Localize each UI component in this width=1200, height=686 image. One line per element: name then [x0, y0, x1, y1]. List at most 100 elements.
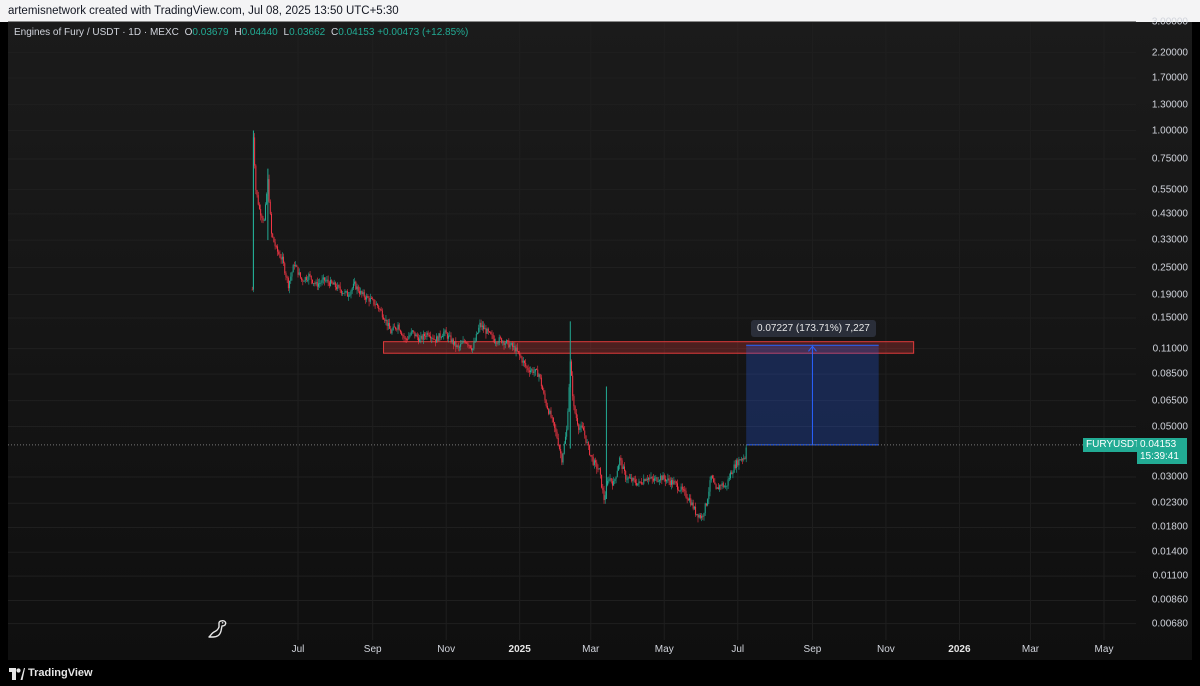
candle-body — [434, 339, 436, 343]
candle-body — [584, 430, 586, 436]
candle-body — [327, 279, 329, 283]
price-tag-box: 0.04153 15:39:41 — [1137, 438, 1187, 464]
candle-body — [387, 323, 389, 326]
candle-body — [652, 478, 654, 481]
candle-body — [504, 343, 506, 345]
candle-body — [621, 460, 623, 469]
candle-body — [525, 362, 527, 367]
candle-body — [399, 330, 401, 333]
candle-body — [508, 340, 510, 348]
candle-body — [334, 282, 336, 288]
candle-body — [351, 288, 353, 291]
candle-body — [308, 274, 310, 280]
candle-body — [578, 424, 580, 430]
candle-body — [449, 335, 451, 337]
candle-body — [419, 338, 421, 343]
time-tick-label: May — [654, 644, 674, 655]
candle-body — [709, 480, 711, 492]
candle-body — [317, 283, 319, 287]
candle-body — [389, 323, 391, 329]
candle-body — [444, 330, 446, 332]
candle-body — [619, 457, 621, 466]
time-tick-label: Jul — [291, 644, 305, 655]
candle-body — [737, 460, 739, 466]
candle-body — [644, 479, 646, 481]
price-tick-label: 0.19000 — [1151, 289, 1188, 301]
candle-body — [439, 333, 441, 338]
candle-body — [734, 464, 736, 469]
candle-body — [549, 410, 551, 414]
candle-body — [654, 478, 656, 481]
candle-body — [354, 281, 356, 284]
candle-body — [251, 289, 253, 291]
candle-body — [367, 296, 369, 298]
candle-body — [346, 291, 348, 297]
candle-body — [272, 233, 274, 238]
candle-body — [467, 343, 469, 346]
candle-body — [668, 478, 670, 482]
candle-body — [732, 472, 734, 475]
candle-body — [642, 483, 644, 485]
candle-body — [414, 331, 416, 337]
candle-body — [498, 337, 500, 343]
time-axis[interactable]: Jul Sep Nov 2025 Mar May Jul Sep Nov 2026 Mar May — [8, 640, 1136, 660]
candle-body — [631, 477, 633, 482]
candle-body — [583, 427, 585, 431]
candle-body — [531, 369, 533, 371]
price-plot[interactable] — [0, 0, 1200, 686]
candle-body — [520, 355, 522, 358]
candle-body — [542, 386, 544, 391]
candle-body — [492, 335, 494, 339]
candle-body — [611, 481, 613, 486]
candle-body — [350, 290, 352, 295]
candle-body — [361, 290, 363, 295]
candle-body — [586, 442, 588, 444]
candle-body — [466, 342, 468, 344]
candle-body — [395, 327, 397, 330]
candle-body — [530, 370, 532, 373]
candle-body — [574, 406, 576, 414]
candle-body — [438, 333, 440, 342]
candle-body — [609, 478, 611, 480]
candle-body — [646, 479, 648, 480]
candle-body — [396, 329, 398, 330]
price-axis[interactable]: 3.00000 2.20000 1.70000 1.30000 1.00000 0.750… — [1136, 17, 1192, 642]
candle-body — [677, 483, 679, 490]
candle-body — [280, 257, 282, 260]
candle-body — [315, 281, 317, 284]
candle-body — [522, 360, 524, 363]
candle-body — [257, 195, 259, 205]
candle-body — [595, 460, 597, 463]
candle-body — [716, 487, 718, 489]
candle-body — [603, 490, 605, 501]
candle-body — [374, 304, 376, 306]
candle-body — [268, 179, 270, 202]
candle-body — [454, 341, 456, 345]
candle-body — [666, 479, 668, 482]
price-tick-label: 0.02300 — [1151, 497, 1188, 509]
candle-body — [311, 279, 313, 284]
candle-body — [561, 453, 563, 463]
time-tick-label: 2025 — [508, 644, 531, 655]
candle-body — [601, 474, 603, 488]
price-tick-label: 0.01400 — [1151, 546, 1188, 558]
candle-body — [505, 340, 507, 344]
candle-body — [661, 475, 663, 481]
candle-body — [493, 338, 495, 343]
candle-body — [303, 281, 305, 283]
high-value: 0.04440 — [241, 27, 278, 38]
candle-body — [348, 295, 350, 297]
candle-body — [620, 457, 622, 461]
candle-body — [421, 335, 423, 340]
candle-body — [375, 303, 377, 305]
candle-body — [681, 486, 683, 490]
candle-body — [590, 454, 592, 456]
candle-body — [696, 513, 698, 515]
candle-body — [384, 319, 386, 321]
candle-body — [727, 479, 729, 486]
candle-body — [472, 348, 474, 351]
candle-body — [377, 303, 379, 306]
candle-body — [339, 286, 341, 291]
candle-body — [424, 333, 426, 337]
tradingview-brand: TradingView — [28, 667, 93, 679]
